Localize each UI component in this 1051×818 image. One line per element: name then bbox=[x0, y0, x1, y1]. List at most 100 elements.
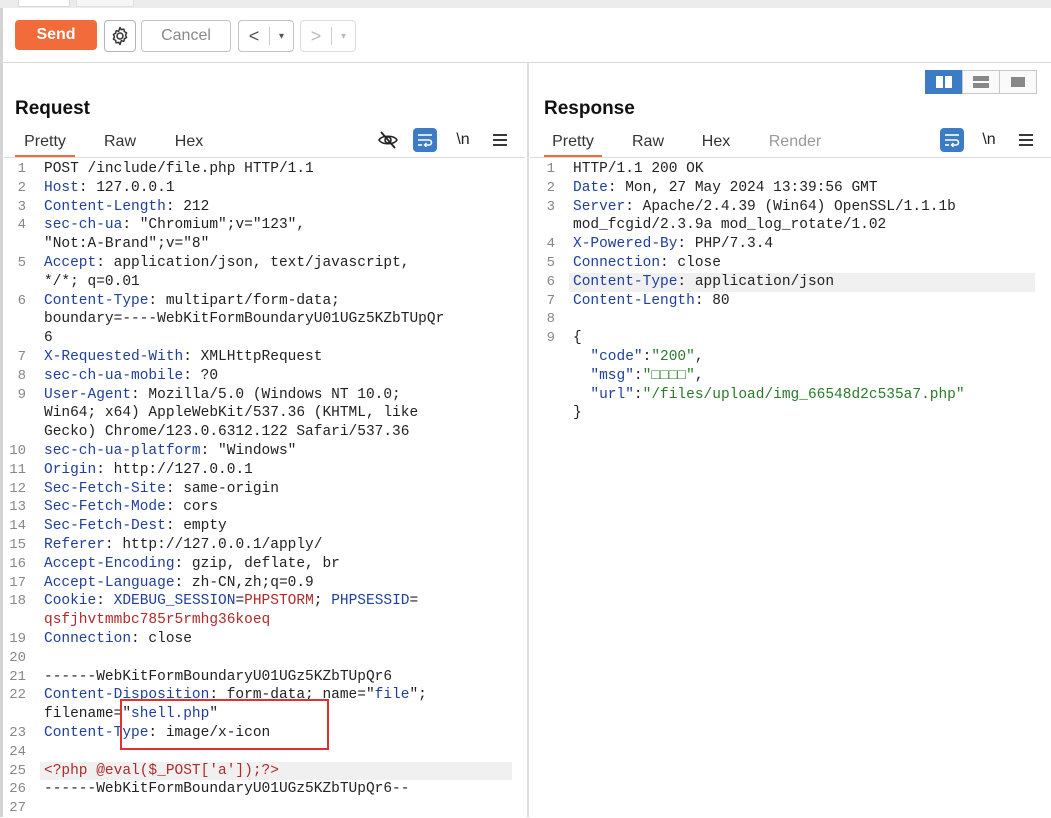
code-line: 18 Cookie: XDEBUG_SESSION=PHPSTORM; PHPSE… bbox=[0, 592, 520, 611]
code-token: Win64; x64) AppleWebKit/537.36 (KHTML, l… bbox=[44, 405, 419, 422]
tab-raw[interactable]: Raw bbox=[602, 128, 694, 156]
menu-button[interactable] bbox=[488, 128, 512, 152]
line-number: 17 bbox=[9, 574, 26, 591]
code-token: : application/json bbox=[677, 273, 835, 290]
rows-icon bbox=[973, 76, 989, 88]
tab-raw[interactable]: Raw bbox=[75, 128, 165, 156]
code-line: 8 bbox=[529, 310, 1049, 329]
code-line: mod_fcgid/2.3.9a mod_log_rotate/1.02 bbox=[529, 216, 1049, 235]
line-number: 1 bbox=[17, 161, 26, 177]
wrap-toggle-button[interactable] bbox=[413, 128, 437, 152]
code-token: : multipart/form-data; bbox=[148, 292, 340, 309]
line-number: 9 bbox=[17, 386, 26, 403]
code-text: 6 bbox=[44, 329, 53, 348]
code-token: "Not:A-Brand";v="8" bbox=[44, 236, 210, 253]
code-text: Connection: close bbox=[573, 254, 721, 273]
code-text: Gecko) Chrome/123.0.6312.122 Safari/537.… bbox=[44, 423, 409, 442]
code-token: : cors bbox=[165, 499, 219, 516]
code-text: Server: Apache/2.4.39 (Win64) OpenSSL/1.… bbox=[573, 198, 956, 217]
code-text: qsfjhvtmmbc785r5rmhg36koeq bbox=[44, 611, 270, 630]
code-text: POST /include/file.php HTTP/1.1 bbox=[44, 160, 314, 179]
code-line: Gecko) Chrome/123.0.6312.122 Safari/537.… bbox=[0, 423, 520, 442]
code-token: */*; q=0.01 bbox=[44, 273, 140, 290]
code-text: HTTP/1.1 200 OK bbox=[573, 160, 704, 179]
settings-button[interactable] bbox=[104, 20, 136, 52]
code-token: : "Windows" bbox=[200, 442, 297, 459]
code-token: X-Powered-By bbox=[573, 236, 678, 253]
code-line: 8 sec-ch-ua-mobile: ?0 bbox=[0, 367, 520, 386]
code-text: Content-Type: application/json bbox=[573, 273, 834, 292]
line-number: 5 bbox=[17, 254, 26, 271]
code-token: "url" bbox=[590, 386, 634, 403]
forward-dropdown-icon[interactable]: ▾ bbox=[332, 31, 355, 42]
code-token: : close bbox=[131, 630, 192, 647]
code-text: */*; q=0.01 bbox=[44, 273, 140, 292]
code-token: "msg" bbox=[590, 367, 634, 384]
back-button[interactable]: < ▾ bbox=[238, 20, 294, 52]
cancel-button[interactable]: Cancel bbox=[141, 20, 231, 52]
tab-pretty[interactable]: Pretty bbox=[544, 128, 602, 158]
code-text: User-Agent: Mozilla/5.0 (Windows NT 10.0… bbox=[44, 386, 401, 405]
code-line: 10 sec-ch-ua-platform: "Windows" bbox=[0, 442, 520, 461]
code-line: 6 Content-Type: multipart/form-data; bbox=[0, 292, 520, 311]
code-line: 3 Content-Length: 212 bbox=[0, 198, 520, 217]
forward-button[interactable]: > ▾ bbox=[300, 20, 356, 52]
response-tabs: Pretty Raw Hex Render bbox=[544, 128, 852, 158]
code-token: HTTP/1.1 200 OK bbox=[573, 161, 704, 177]
code-token: : 80 bbox=[694, 292, 730, 309]
window-tab-strip bbox=[0, 0, 1051, 8]
line-number: 10 bbox=[9, 442, 26, 459]
code-token: 6 bbox=[44, 330, 53, 347]
code-token: boundary=----WebKitFormBoundaryU01UGz5KZ… bbox=[44, 311, 445, 328]
code-line: 14 Sec-Fetch-Dest: empty bbox=[0, 517, 520, 536]
response-editor[interactable]: 1 HTTP/1.1 200 OK 2 Date: Mon, 27 May 2024 … bbox=[529, 160, 1049, 423]
code-token: Connection bbox=[573, 254, 661, 271]
tab-hex[interactable]: Hex bbox=[694, 128, 738, 156]
line-number: 9 bbox=[546, 330, 555, 347]
line-number: 15 bbox=[9, 536, 26, 553]
menu-button[interactable] bbox=[1014, 128, 1038, 152]
newline-toggle-button[interactable]: \n bbox=[977, 128, 1001, 152]
layout-side-by-side-button[interactable] bbox=[925, 70, 963, 94]
layout-stacked-button[interactable] bbox=[962, 70, 1000, 94]
code-token: Server bbox=[573, 198, 626, 215]
window-tab[interactable] bbox=[76, 0, 134, 7]
code-token: Referer bbox=[44, 536, 105, 553]
code-text: Accept: application/json, text/javascrip… bbox=[44, 254, 409, 273]
code-token: : Mon, 27 May 2024 13:39:56 GMT bbox=[607, 179, 878, 196]
code-text: ------WebKitFormBoundaryU01UGz5KZbTUpQr6 bbox=[44, 668, 392, 687]
tab-render[interactable]: Render bbox=[738, 128, 852, 156]
tab-hex[interactable]: Hex bbox=[165, 128, 213, 156]
tab-pretty[interactable]: Pretty bbox=[15, 128, 75, 158]
code-text: Accept-Language: zh-CN,zh;q=0.9 bbox=[44, 574, 314, 593]
code-text: sec-ch-ua: "Chromium";v="123", bbox=[44, 216, 305, 235]
code-token: "code" bbox=[590, 348, 643, 365]
wrap-lines-icon bbox=[945, 134, 960, 147]
window-tab[interactable] bbox=[18, 0, 70, 7]
send-button[interactable]: Send bbox=[15, 20, 97, 50]
code-text: Connection: close bbox=[44, 630, 192, 649]
code-token: Cookie bbox=[44, 593, 97, 610]
newline-toggle-button[interactable]: \n bbox=[451, 128, 475, 152]
code-text: Cookie: XDEBUG_SESSION=PHPSTORM; PHPSESS… bbox=[44, 592, 418, 611]
code-line: "url":"/files/upload/img_66548d2c535a7.p… bbox=[529, 386, 1049, 405]
code-line: "msg":"□□□□", bbox=[529, 367, 1049, 386]
single-pane-icon bbox=[1011, 77, 1025, 87]
back-dropdown-icon[interactable]: ▾ bbox=[270, 31, 293, 42]
hide-icon[interactable] bbox=[376, 128, 400, 152]
gear-icon bbox=[112, 26, 128, 46]
layout-single-button[interactable] bbox=[999, 70, 1037, 94]
code-token: ------WebKitFormBoundaryU01UGz5KZbTUpQr6 bbox=[44, 668, 393, 685]
code-text: ------WebKitFormBoundaryU01UGz5KZbTUpQr6… bbox=[44, 780, 409, 799]
wrap-toggle-button[interactable] bbox=[940, 128, 964, 152]
line-number: 3 bbox=[546, 198, 555, 215]
eye-off-icon bbox=[378, 131, 398, 149]
code-token: "200" bbox=[651, 348, 695, 365]
line-number: 11 bbox=[9, 461, 26, 478]
code-token: Sec-Fetch-Site bbox=[44, 480, 166, 497]
code-token: : 127.0.0.1 bbox=[78, 179, 175, 196]
line-number: 8 bbox=[17, 367, 26, 384]
code-token: ; bbox=[313, 593, 332, 610]
